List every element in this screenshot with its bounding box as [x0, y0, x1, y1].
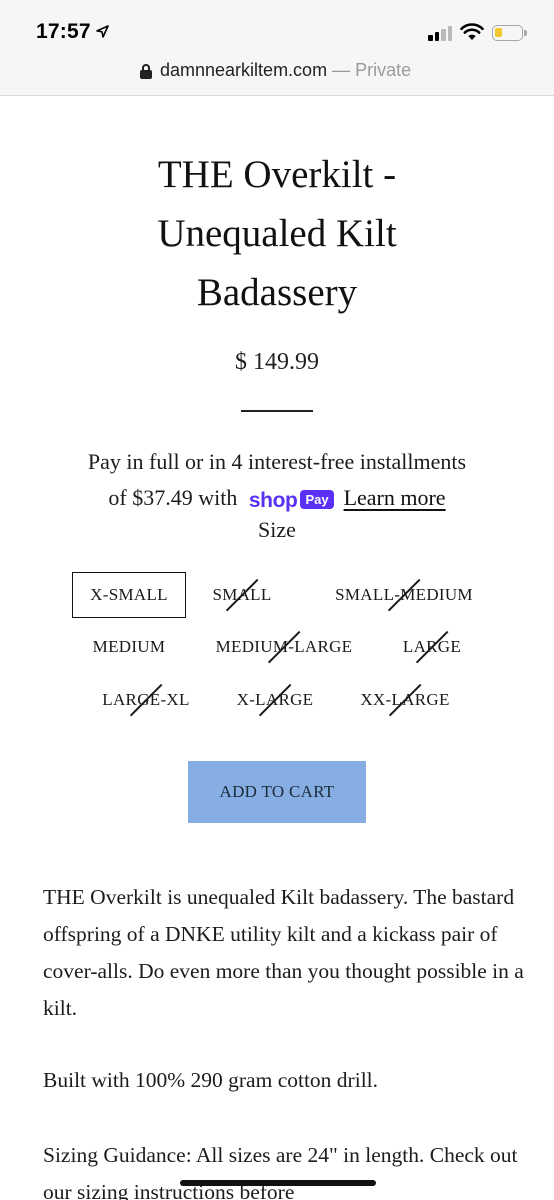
size-option-xx-large[interactable]: XX-LARGE — [346, 677, 464, 723]
cellular-signal-icon — [428, 25, 456, 41]
location-arrow-icon — [96, 25, 109, 38]
wifi-icon — [460, 23, 484, 40]
learn-more-link[interactable]: Learn more — [344, 485, 446, 510]
installments-message: Pay in full or in 4 interest-free instal… — [20, 444, 534, 519]
title-line: Unequaled Kilt — [157, 212, 397, 255]
size-option-medium[interactable]: MEDIUM — [72, 624, 186, 670]
size-label: Size — [258, 517, 296, 542]
add-to-cart-button[interactable]: ADD TO CART — [188, 761, 366, 823]
product-price: $ 149.99 — [235, 349, 319, 375]
title-line: Badassery — [196, 271, 358, 314]
price-divider — [241, 410, 313, 412]
scroll-indicator — [180, 1180, 376, 1186]
battery-icon — [492, 25, 523, 41]
address-bar[interactable]: damnnearkiltem.com — Private — [0, 52, 554, 96]
product-description: THE Overkilt is unequaled Kilt badassery… — [43, 885, 524, 1020]
installments-line1: Pay in full or in 4 interest-free instal… — [87, 449, 467, 474]
product-material: Built with 100% 290 gram cotton drill. — [43, 1068, 379, 1092]
size-option-large[interactable]: LARGE — [388, 624, 476, 670]
size-option-small[interactable]: SMALL — [198, 572, 286, 618]
size-option-small-medium[interactable]: SMALL-MEDIUM — [306, 572, 502, 618]
size-option-label: X-SMALL — [90, 585, 168, 604]
size-option-large-xl[interactable]: LARGE-XL — [90, 677, 202, 723]
url-domain: damnnearkiltem.com — [160, 60, 328, 80]
status-time: 17:57 — [36, 20, 91, 43]
product-title: THE Overkilt - Unequaled Kilt Badassery — [0, 145, 554, 322]
shop-pay-word: shop — [248, 489, 298, 512]
shop-pay-logo: shop Pay — [249, 482, 334, 519]
size-option-x-small[interactable]: X-SMALL — [72, 572, 186, 618]
sizing-guidance: Sizing Guidance: All sizes are 24" in le… — [43, 1143, 518, 1200]
lock-icon — [140, 64, 152, 80]
size-option-x-large[interactable]: X-LARGE — [222, 677, 328, 723]
installments-line2: of $37.49 with — [108, 485, 243, 510]
size-option-medium-large[interactable]: MEDIUM-LARGE — [200, 624, 368, 670]
url-private-label: — Private — [327, 60, 412, 80]
title-line: THE Overkilt - — [157, 153, 397, 196]
url-text[interactable]: damnnearkiltem.com — Private — [160, 60, 411, 81]
shop-pay-badge: Pay — [300, 490, 334, 509]
battery-cap — [524, 30, 527, 36]
size-option-label: MEDIUM — [92, 637, 166, 656]
